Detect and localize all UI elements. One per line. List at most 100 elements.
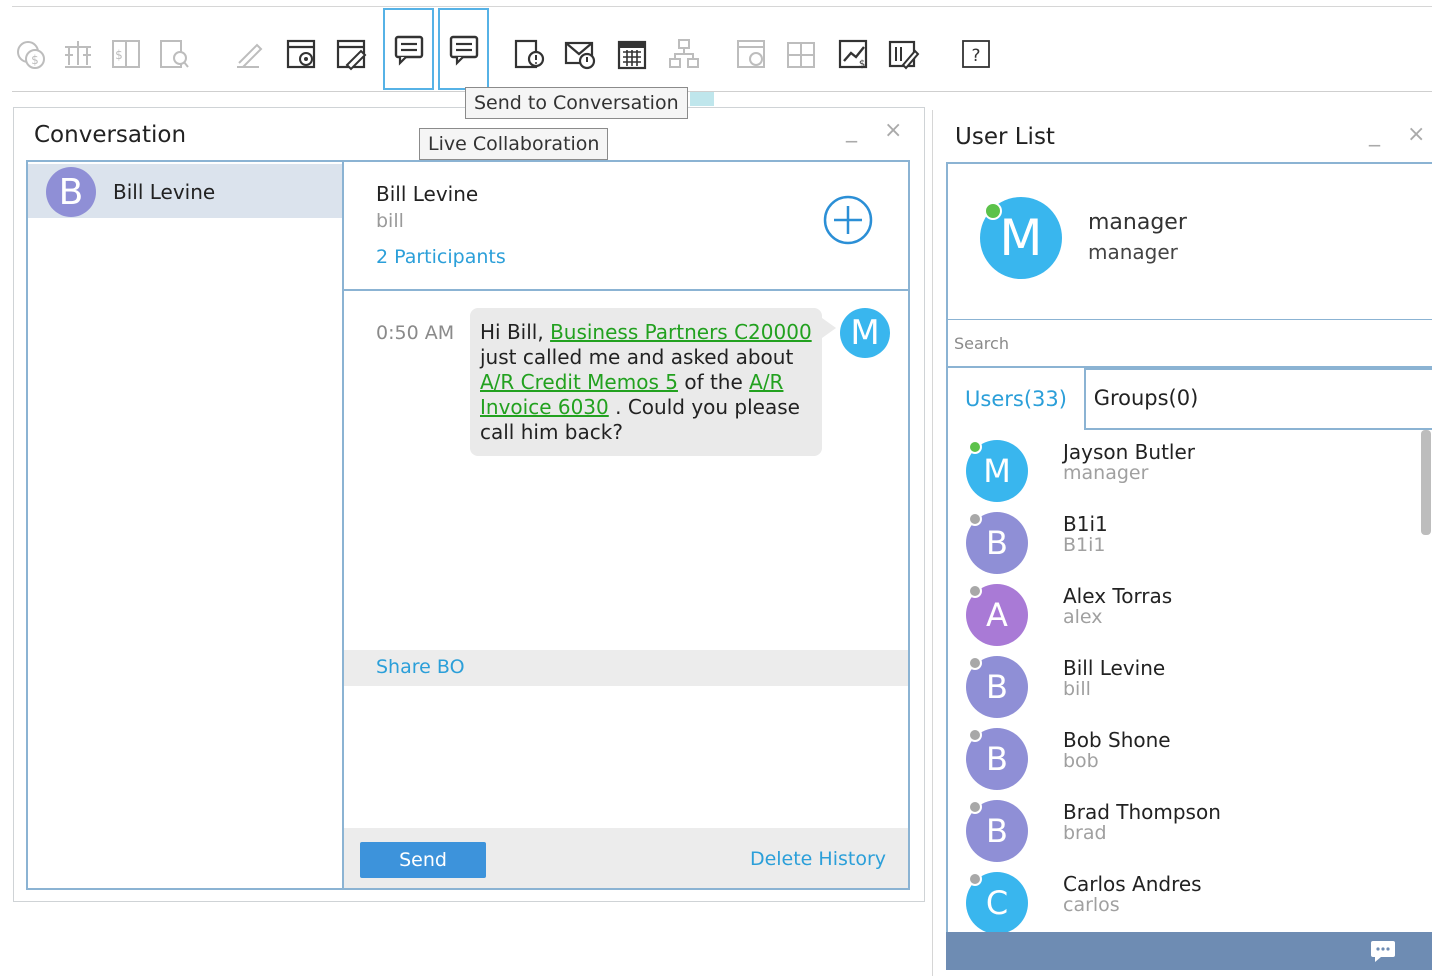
export-icon[interactable] [886,36,922,72]
conversation-icon[interactable] [383,8,434,90]
edit-icon[interactable] [230,36,266,72]
price-list-icon[interactable]: $ [108,36,144,72]
user-login: bob [1063,750,1099,772]
toolbar: $ $ $ ? [0,0,1432,92]
minimize-button[interactable]: _ [846,118,857,143]
user-name: Alex Torras [1063,584,1173,608]
search-input[interactable]: Search [946,320,1432,368]
currency-icon[interactable]: $ [12,36,48,72]
close-button[interactable]: × [884,118,902,143]
user-row[interactable]: B Brad Thompson brad [948,790,1418,862]
sender-avatar: M [840,308,890,358]
chat-contact-username: bill [376,210,404,232]
message-icon[interactable] [562,36,598,72]
user-login: B1i1 [1063,534,1106,556]
user-name: Bill Levine [1063,656,1166,680]
user-list-footer [946,932,1432,970]
alert-icon[interactable] [512,36,548,72]
presence-status-icon [968,872,982,886]
user-login: brad [1063,822,1107,844]
current-user-profile: M manager manager [946,162,1432,320]
tooltip-send-to-conversation: Send to Conversation [465,87,688,119]
conversation-item[interactable]: B Bill Levine [28,164,342,218]
toolbar-bottom-divider [12,91,1432,92]
conversation-panel: Conversation _ × B Bill Levine Bill Levi… [13,107,925,902]
svg-text:?: ? [971,46,980,66]
panel-title: Conversation [34,122,187,148]
svg-text:$: $ [115,48,123,62]
user-row[interactable]: B Bill Levine bill [948,646,1418,718]
user-name: Bob Shone [1063,728,1171,752]
presence-status-icon [968,800,982,814]
chat-header-divider [344,289,908,291]
user-login: bill [1063,678,1091,700]
balance-icon[interactable] [60,36,96,72]
chat-icon[interactable] [1369,939,1397,963]
delete-history-link[interactable]: Delete History [750,848,886,870]
message-text: of the [677,370,750,394]
user-row[interactable]: C Carlos Andres carlos [948,862,1418,932]
user-name: Brad Thompson [1063,800,1221,824]
presence-status-icon [968,728,982,742]
user-name: Carlos Andres [1063,872,1202,896]
user-list-panel: User List _ × M manager manager Search U… [932,110,1432,976]
panel-title: User List [955,124,1055,150]
user-login: manager [1063,462,1149,484]
user-row[interactable]: B B1i1 B1i1 [948,502,1418,574]
user-row[interactable]: B Bob Shone bob [948,718,1418,790]
scrollbar[interactable] [1421,430,1431,535]
share-bo-link[interactable]: Share BO [376,656,465,678]
layout-icon[interactable] [784,36,820,72]
profile-username: manager [1088,240,1178,264]
conversation-list: B Bill Levine [26,160,342,890]
org-chart-icon[interactable] [666,36,702,72]
user-tabs: Users(33) Groups(0) [946,368,1432,430]
settings-form-icon[interactable] [284,36,320,72]
edit-form-icon[interactable] [334,36,370,72]
presence-status-icon [968,512,982,526]
send-button[interactable]: Send [360,842,486,878]
online-status-icon [984,202,1002,220]
presence-status-icon [968,584,982,598]
user-list: M Jayson Butler manager B B1i1 B1i1 A Alex Torr… [946,430,1432,932]
conversation-item-name: Bill Levine [113,180,216,204]
query-icon[interactable] [156,36,192,72]
user-name: Jayson Butler [1063,440,1196,464]
user-row[interactable]: M Jayson Butler manager [948,430,1418,502]
add-participant-icon[interactable] [822,194,874,246]
message-time: 0:50 AM [376,322,455,344]
help-icon[interactable]: ? [958,36,994,72]
accent-strip [690,92,714,106]
chat-area: Bill Levine bill 2 Participants 0:50 AM … [342,160,910,890]
chat-contact-name: Bill Levine [376,182,479,206]
toolbar-top-divider [12,6,1432,7]
avatar: B [46,167,96,217]
chat-footer: Send Delete History [344,828,908,888]
search-placeholder: Search [954,334,1009,353]
user-name: B1i1 [1063,512,1108,536]
presence-status-icon [968,656,982,670]
tab-users[interactable]: Users(33) [948,368,1086,430]
svg-text:$: $ [31,53,39,67]
profile-name: manager [1088,210,1187,235]
dashboard-icon[interactable] [734,36,770,72]
minimize-button[interactable]: _ [1369,122,1380,147]
tooltip-live-collaboration: Live Collaboration [419,128,609,160]
close-button[interactable]: × [1407,122,1425,147]
business-partner-link[interactable]: Business Partners C20000 [550,320,812,344]
presence-status-icon [968,440,982,454]
message-bubble: Hi Bill, Business Partners C20000 just c… [470,308,836,456]
message-text: Hi Bill, [480,320,551,344]
message-text: just called me and asked about [480,345,794,369]
calendar-icon[interactable] [614,36,650,72]
user-row[interactable]: A Alex Torras alex [948,574,1418,646]
report-icon[interactable]: $ [836,36,872,72]
send-to-conversation-icon[interactable] [438,8,489,90]
tab-groups[interactable]: Groups(0) [1086,368,1206,428]
credit-memo-link[interactable]: A/R Credit Memos 5 [480,370,678,394]
user-login: carlos [1063,894,1120,916]
svg-text:$: $ [859,59,865,70]
participants-link[interactable]: 2 Participants [376,246,506,268]
user-login: alex [1063,606,1103,628]
share-bo-bar: Share BO [344,650,908,686]
